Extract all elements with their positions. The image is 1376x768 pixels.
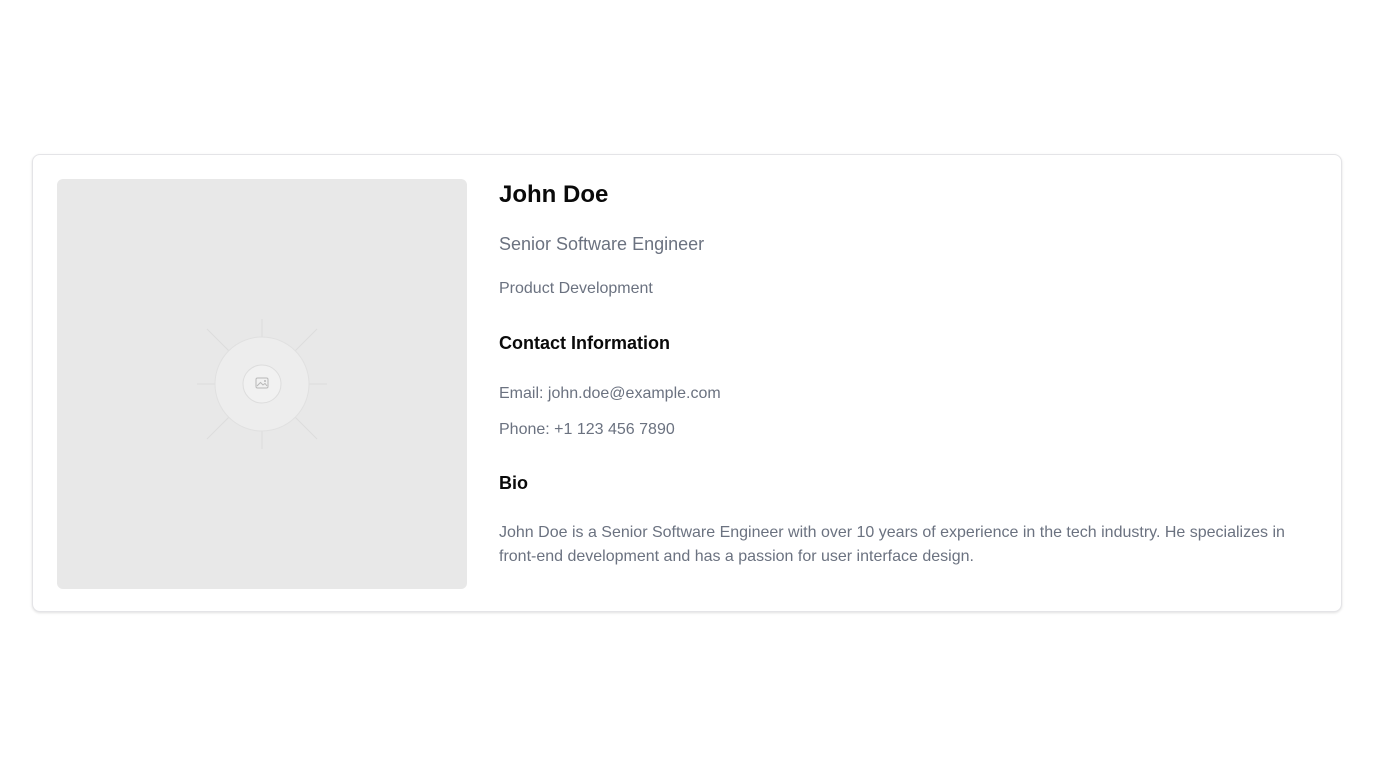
contact-heading: Contact Information — [499, 333, 670, 353]
bio-text: John Doe is a Senior Software Engineer w… — [499, 524, 1285, 565]
profile-name: John Doe — [499, 181, 609, 208]
job-title: Senior Software Engineer — [499, 234, 705, 254]
image-placeholder-icon — [197, 319, 327, 449]
email-label: Email: — [499, 385, 544, 402]
profile-card: John Doe Senior Software Engineer Produc… — [32, 154, 1342, 612]
phone-label: Phone: — [499, 421, 550, 438]
department: Product Development — [499, 280, 653, 297]
email-line: Email: john.doe@example.com — [499, 382, 721, 406]
phone-line: Phone: +1 123 456 7890 — [499, 418, 675, 442]
bio-heading: Bio — [499, 473, 528, 493]
profile-photo-placeholder — [57, 179, 467, 589]
phone-value: +1 123 456 7890 — [554, 421, 675, 438]
email-value: john.doe@example.com — [547, 385, 721, 402]
